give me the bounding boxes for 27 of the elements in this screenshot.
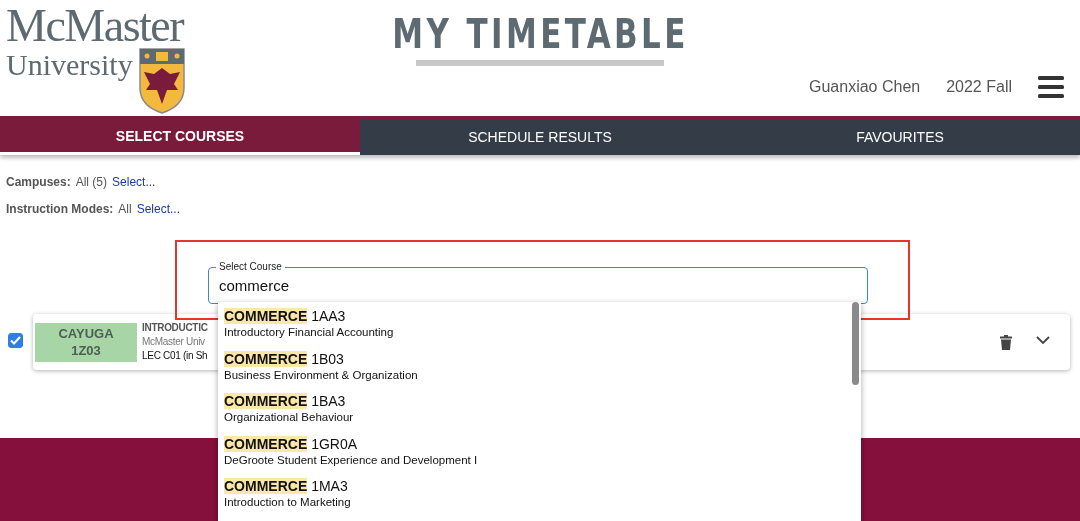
user-name: Guanxiao Chen <box>809 78 921 96</box>
suggestion-item[interactable]: COMMERCE 1GR0A DeGroote Student Experience and Development I <box>218 429 861 472</box>
suggestion-item[interactable]: COMMERCE 1MA3 Introduction to Marketing <box>218 472 861 515</box>
nav-tab[interactable]: SELECT COURSES <box>0 119 360 155</box>
term-label: 2022 Fall <box>946 78 1012 96</box>
select-link[interactable]: Select... <box>112 175 156 189</box>
filter-label: Instruction Modes: <box>6 202 114 216</box>
filter-value: All <box>118 202 132 216</box>
chevron-down-icon[interactable] <box>1036 336 1050 345</box>
course-title: INTRODUCTIC <box>142 321 208 335</box>
filter-value: All (5) <box>75 175 108 189</box>
logo-wordmark: University <box>6 50 133 80</box>
menu-icon[interactable] <box>1038 76 1064 98</box>
crest-icon <box>138 48 185 114</box>
campus-code-tag: CAYUGA 1Z03 <box>35 322 137 362</box>
course-checkbox[interactable] <box>8 333 23 348</box>
logo-wordmark: McMaster <box>6 4 185 48</box>
select-link[interactable]: Select... <box>136 202 181 216</box>
scrollbar-thumb[interactable] <box>852 302 859 385</box>
filter-label: Campuses: <box>6 175 71 189</box>
suggestion-item[interactable]: COMMERCE 1BA3 Organizational Behaviour <box>218 387 861 430</box>
course-subtitle: McMaster Univ <box>142 335 206 349</box>
course-section: LEC C01 (in Sh <box>142 349 208 363</box>
app-title: MY TIMETABLE <box>391 12 689 56</box>
nav-tab[interactable]: FAVOURITES <box>720 119 1080 155</box>
nav-tab[interactable]: SCHEDULE RESULTS <box>360 119 720 155</box>
trash-icon[interactable] <box>1000 335 1012 350</box>
